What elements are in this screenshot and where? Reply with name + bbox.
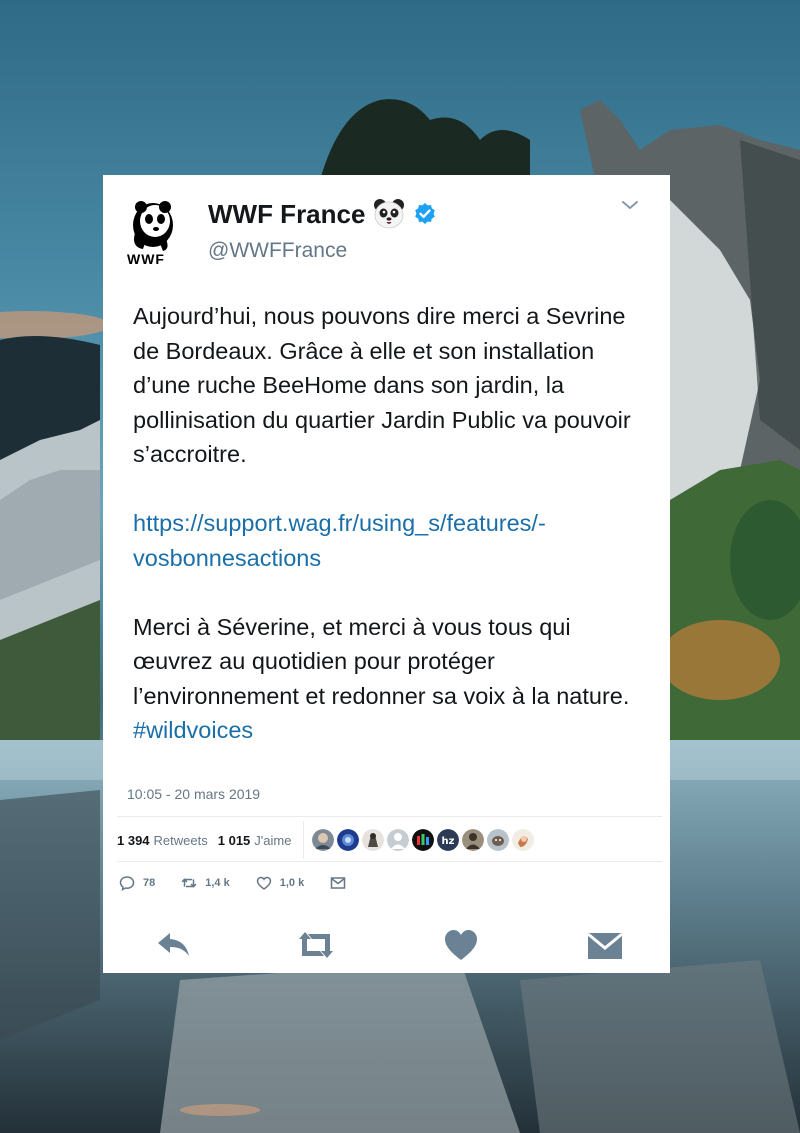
heart-filled-icon[interactable]: [441, 927, 481, 963]
liker-avatar[interactable]: [487, 829, 510, 851]
hashtag-link[interactable]: #wildvoices: [133, 717, 253, 743]
author-name[interactable]: WWF France: [208, 199, 365, 230]
liker-avatar[interactable]: [412, 829, 435, 851]
tweet-paragraph-1: Aujourd’hui, nous pouvons dire merci a S…: [133, 303, 631, 467]
large-action-bar: [103, 927, 670, 967]
liker-avatars: hz: [312, 829, 535, 851]
tweet-link-paragraph: https://support.wag.fr/using_s/features/…: [133, 506, 643, 575]
liker-avatar[interactable]: [462, 829, 485, 851]
heart-icon: [256, 876, 271, 890]
svg-text:hz: hz: [442, 836, 455, 847]
retweet-arrows-icon[interactable]: [296, 927, 336, 963]
retweets-stat[interactable]: 1 394 Retweets: [117, 833, 208, 848]
engagement-stats: 1 394 Retweets 1 015 J'aime hz: [117, 820, 535, 860]
like-count: 1,0 k: [279, 877, 305, 889]
wwf-panda-logo[interactable]: WWF: [125, 197, 181, 269]
divider: [117, 861, 662, 862]
author-name-row: WWF France: [208, 197, 437, 231]
stats-separator: [303, 821, 305, 859]
likes-label: J'aime: [254, 832, 292, 848]
chevron-down-icon[interactable]: [620, 195, 640, 215]
tweet-timestamp[interactable]: 10:05 - 20 mars 2019: [127, 786, 260, 802]
retweet-icon: [182, 878, 197, 888]
liker-avatar[interactable]: [362, 829, 385, 851]
tweet-paragraph-3-text: Merci à Séverine, et merci à vous tous q…: [133, 613, 630, 709]
logo-text: WWF: [127, 251, 165, 267]
liker-avatar[interactable]: hz: [437, 829, 460, 851]
reply-action[interactable]: 78: [119, 875, 155, 891]
divider: [117, 816, 662, 817]
tweet-card: WWF WWF France @WWFFrance Aujourd’hui, n…: [103, 175, 670, 973]
tweet-link-line-2: vosbonnesactions: [133, 544, 322, 571]
verified-badge-icon: [415, 203, 436, 224]
retweets-label: Retweets: [153, 832, 208, 848]
reply-arrow-icon[interactable]: [153, 927, 193, 963]
like-action[interactable]: 1,0 k: [256, 875, 304, 891]
liker-avatar[interactable]: [312, 829, 335, 851]
retweets-count: 1 394: [117, 832, 150, 848]
author-handle[interactable]: @WWFFrance: [208, 239, 347, 263]
tweet-paragraph-3: Merci à Séverine, et merci à vous tous q…: [133, 610, 643, 748]
retweet-action[interactable]: 1,4 k: [181, 875, 230, 891]
retweet-count: 1,4 k: [205, 877, 230, 889]
reply-icon: [119, 876, 135, 891]
direct-message-action[interactable]: [330, 875, 346, 891]
panda-emoji-icon: [374, 199, 405, 229]
tweet-link-line-1: https://support.wag.fr/using_s/features/…: [133, 510, 546, 536]
envelope-icon: [330, 877, 346, 889]
liker-avatar[interactable]: [512, 829, 535, 851]
small-action-bar: 78 1,4 k 1,0 k: [119, 875, 372, 891]
reply-count: 78: [143, 877, 156, 889]
liker-avatar[interactable]: [387, 829, 410, 851]
direct-message-icon[interactable]: [585, 927, 625, 963]
tweet-link[interactable]: https://support.wag.fr/using_s/features/…: [133, 510, 546, 571]
likes-count: 1 015: [217, 832, 251, 848]
likes-stat[interactable]: 1 015 J'aime: [218, 833, 292, 848]
liker-avatar[interactable]: [337, 829, 360, 851]
tweet-text: Aujourd’hui, nous pouvons dire merci a S…: [133, 299, 643, 782]
